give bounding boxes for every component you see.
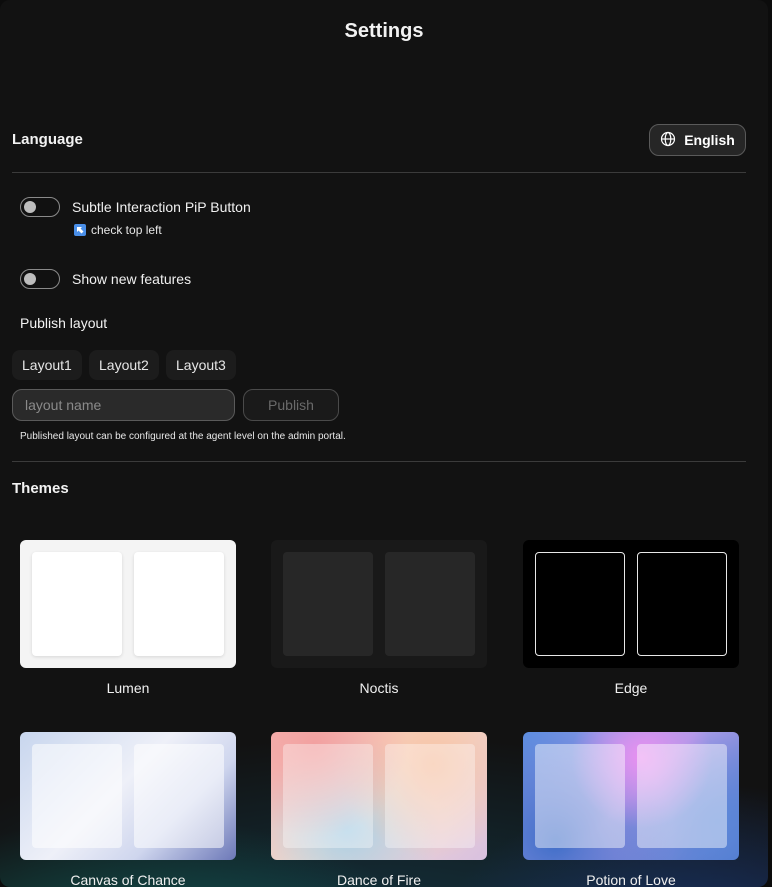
theme-noctis[interactable]: Noctis: [271, 540, 487, 696]
publish-button[interactable]: Publish: [243, 389, 339, 421]
theme-label: Noctis: [359, 680, 399, 696]
preview-card: [32, 744, 122, 848]
globe-icon: [660, 131, 676, 150]
theme-label: Lumen: [106, 680, 150, 696]
theme-dance-of-fire[interactable]: Dance of Fire: [271, 732, 487, 887]
new-features-toggle[interactable]: [20, 269, 60, 289]
theme-preview: [523, 540, 739, 668]
layout-chip-1[interactable]: Layout1: [12, 350, 82, 380]
preview-card: [637, 744, 727, 848]
layout-chip-3[interactable]: Layout3: [166, 350, 236, 380]
pip-hint: check top left: [74, 223, 162, 237]
theme-preview: [20, 732, 236, 860]
pip-hint-text: check top left: [91, 223, 162, 237]
theme-preview: [271, 732, 487, 860]
publish-note: Published layout can be configured at th…: [20, 431, 346, 442]
divider: [12, 461, 746, 462]
arrow-up-left-icon: [74, 224, 86, 236]
divider: [12, 172, 746, 173]
preview-card: [134, 744, 224, 848]
theme-edge[interactable]: Edge: [523, 540, 739, 696]
preview-card: [637, 552, 727, 656]
preview-card: [32, 552, 122, 656]
preview-card: [134, 552, 224, 656]
pip-button-toggle[interactable]: [20, 197, 60, 217]
preview-card: [385, 744, 475, 848]
preview-card: [283, 744, 373, 848]
themes-section-title: Themes: [12, 480, 69, 497]
theme-label: Potion of Love: [586, 872, 676, 887]
preview-card: [385, 552, 475, 656]
page-title: Settings: [344, 20, 424, 42]
layout-chip-2[interactable]: Layout2: [89, 350, 159, 380]
layout-name-input[interactable]: [12, 389, 235, 421]
preview-card: [535, 744, 625, 848]
preview-card: [535, 552, 625, 656]
settings-panel: Settings Language English Subtle Interac…: [0, 0, 768, 887]
theme-canvas-of-chance[interactable]: Canvas of Chance: [20, 732, 236, 887]
new-features-label: Show new features: [72, 271, 192, 287]
language-section-title: Language: [12, 131, 83, 148]
toggle-knob: [24, 201, 36, 213]
preview-card: [283, 552, 373, 656]
publish-layout-title: Publish layout: [20, 315, 108, 331]
theme-label: Edge: [614, 680, 648, 696]
theme-preview: [20, 540, 236, 668]
theme-label: Canvas of Chance: [70, 872, 186, 887]
theme-lumen[interactable]: Lumen: [20, 540, 236, 696]
theme-potion-of-love[interactable]: Potion of Love: [523, 732, 739, 887]
toggle-knob: [24, 273, 36, 285]
theme-preview: [271, 540, 487, 668]
theme-preview: [523, 732, 739, 860]
language-button[interactable]: English: [649, 124, 746, 156]
language-current: English: [684, 132, 735, 148]
pip-button-label: Subtle Interaction PiP Button: [72, 199, 251, 215]
theme-label: Dance of Fire: [336, 872, 422, 887]
